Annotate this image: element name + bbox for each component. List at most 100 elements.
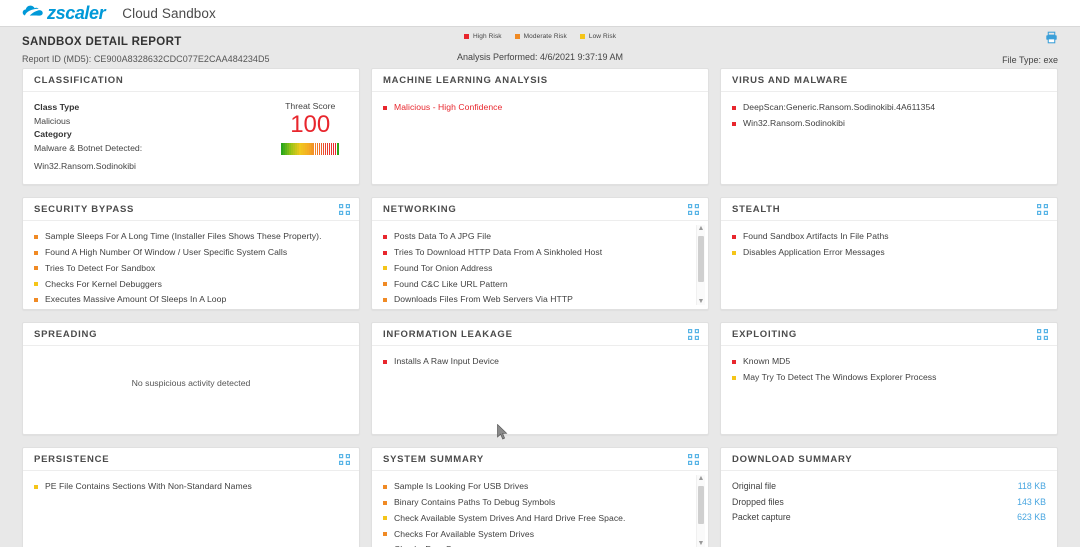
legend-item: High Risk [464,33,502,40]
panel-system-summary-body: Sample Is Looking For USB Drives Binary C… [372,471,708,547]
panel-persistence: PERSISTENCE PE File Contains Sections Wi… [22,447,360,547]
list-item[interactable]: Posts Data To A JPG File [383,229,697,245]
risk-bullet [383,106,387,110]
list-item[interactable]: Checks For Kernel Debuggers [34,276,348,292]
panel-networking: NETWORKING Posts Data To A JPG FileTries… [371,197,709,310]
download-row: Original file 118 KB [732,479,1046,495]
list-item[interactable]: Installs A Raw Input Device [383,354,697,370]
panel-information-leakage-body: Installs A Raw Input Device [372,346,708,434]
panel-title: SECURITY BYPASS [34,204,134,215]
download-label: Packet capture [732,511,791,525]
legend-swatch [515,34,520,39]
expand-icon[interactable] [688,329,699,340]
scroll-down-icon[interactable]: ▼ [698,540,705,547]
expand-icon[interactable] [688,454,699,465]
risk-bullet [34,251,38,255]
list-item[interactable]: Win32.Ransom.Sodinokibi [732,116,1046,132]
list-item[interactable]: Found A High Number Of Window / User Spe… [34,245,348,261]
list-item[interactable]: May Try To Detect The Virtual Machine To… [34,308,348,309]
legend-item: Low Risk [580,33,616,40]
list-item-label: Sample Sleeps For A Long Time (Installer… [45,230,322,243]
list-item-label: Checks For Kernel Debuggers [45,278,162,291]
panel-exploiting: EXPLOITING Known MD5May Try To Detect Th… [720,322,1058,435]
expand-icon[interactable] [339,204,350,215]
list-item[interactable]: Found Strings Which Match To Known Socia… [383,308,697,309]
risk-bullet [732,235,736,239]
risk-bullet [34,266,38,270]
list-item[interactable]: Found Tor Onion Address [383,261,697,277]
risk-bullet [732,106,736,110]
scrollbar-thumb[interactable] [698,486,704,524]
list-item-label: Sample Is Looking For USB Drives [394,480,528,493]
list-item[interactable]: May Try To Detect The Windows Explorer P… [732,370,1046,386]
print-icon[interactable] [1045,31,1058,44]
category-value: Malware & Botnet Detected: [34,142,142,156]
panel-title: EXPLOITING [732,329,797,340]
system-summary-scrollbar[interactable]: ▲ ▼ [696,475,705,547]
list-item[interactable]: Binary Contains Paths To Debug Symbols [383,495,697,511]
panel-stealth: STEALTH Found Sandbox Artifacts In File … [720,197,1058,310]
panel-classification-body: Class Type Malicious Category Malware & … [23,92,359,184]
list-item-label: Malicious - High Confidence [394,101,502,114]
scroll-up-icon[interactable]: ▲ [698,475,705,482]
download-size-link[interactable]: 118 KB [1018,480,1046,494]
file-type: File Type: exe [1002,55,1058,65]
risk-bullet [732,122,736,126]
scroll-up-icon[interactable]: ▲ [698,225,705,232]
panel-title: STEALTH [732,204,780,215]
panel-title: PERSISTENCE [34,454,109,465]
persistence-list: PE File Contains Sections With Non-Stand… [34,479,348,495]
download-size-link[interactable]: 623 KB [1017,511,1046,525]
panel-system-summary: SYSTEM SUMMARY Sample Is Looking For USB… [371,447,709,547]
list-item[interactable]: Sample Sleeps For A Long Time (Installer… [34,229,348,245]
risk-bullet [383,298,387,302]
download-label: Original file [732,480,776,494]
scrollbar-thumb[interactable] [698,236,704,282]
list-item[interactable]: Checks Free Space [383,542,697,547]
panel-security-bypass-body: Sample Sleeps For A Long Time (Installer… [23,221,359,309]
list-item-label: Installs A Raw Input Device [394,355,499,368]
list-item[interactable]: Found Sandbox Artifacts In File Paths [732,229,1046,245]
list-item[interactable]: Check Available System Drives And Hard D… [383,511,697,527]
expand-icon[interactable] [1037,329,1048,340]
panel-exploiting-body: Known MD5May Try To Detect The Windows E… [721,346,1057,434]
scroll-down-icon[interactable]: ▼ [698,298,705,305]
classification-details: Class Type Malicious Category Malware & … [34,101,142,176]
panel-persistence-body: PE File Contains Sections With Non-Stand… [23,471,359,547]
panel-information-leakage: INFORMATION LEAKAGE Installs A Raw Input… [371,322,709,435]
report-header-right: File Type: exe [1002,31,1058,65]
list-item[interactable]: Checks For Available System Drives [383,526,697,542]
list-item-label: Posts Data To A JPG File [394,230,491,243]
expand-icon[interactable] [339,454,350,465]
list-item-label: Downloads Files From Web Servers Via HTT… [394,293,573,306]
report-header: SANDBOX DETAIL REPORT Report ID (MD5): C… [0,27,1080,68]
list-item[interactable]: Downloads Files From Web Servers Via HTT… [383,292,697,308]
list-item[interactable]: Found C&C Like URL Pattern [383,276,697,292]
list-item[interactable]: Disables Application Error Messages [732,245,1046,261]
list-item-label: Checks For Available System Drives [394,528,534,541]
networking-scrollbar[interactable]: ▲ ▼ [696,225,705,305]
download-label: Dropped files [732,496,784,510]
panel-machine-learning: MACHINE LEARNING ANALYSIS Malicious - Hi… [371,68,709,185]
list-item-label: Found Tor Onion Address [394,262,492,275]
list-item[interactable]: Known MD5 [732,354,1046,370]
malware-name: Win32.Ransom.Sodinokibi [34,160,142,174]
list-item[interactable]: Executes Massive Amount Of Sleeps In A L… [34,292,348,308]
download-size-link[interactable]: 143 KB [1017,496,1046,510]
list-item[interactable]: Tries To Detect For Sandbox [34,261,348,277]
list-item[interactable]: PE File Contains Sections With Non-Stand… [34,479,348,495]
list-item[interactable]: Sample Is Looking For USB Drives [383,479,697,495]
risk-bullet [732,376,736,380]
expand-icon[interactable] [1037,204,1048,215]
list-item-label: PE File Contains Sections With Non-Stand… [45,480,252,493]
system-summary-list: Sample Is Looking For USB Drives Binary C… [383,479,697,547]
list-item[interactable]: Tries To Download HTTP Data From A Sinkh… [383,245,697,261]
panel-download-summary-body: Original file118 KBDropped files143 KBPa… [721,471,1057,547]
download-row: Packet capture 623 KB [732,510,1046,526]
zscaler-logo[interactable]: zscaler [22,4,105,22]
expand-icon[interactable] [688,204,699,215]
list-item[interactable]: Malicious - High Confidence [383,100,697,116]
list-item[interactable]: DeepScan:Generic.Ransom.Sodinokibi.4A611… [732,100,1046,116]
legend-label: Low Risk [589,33,616,40]
information-leakage-list: Installs A Raw Input Device [383,354,697,370]
